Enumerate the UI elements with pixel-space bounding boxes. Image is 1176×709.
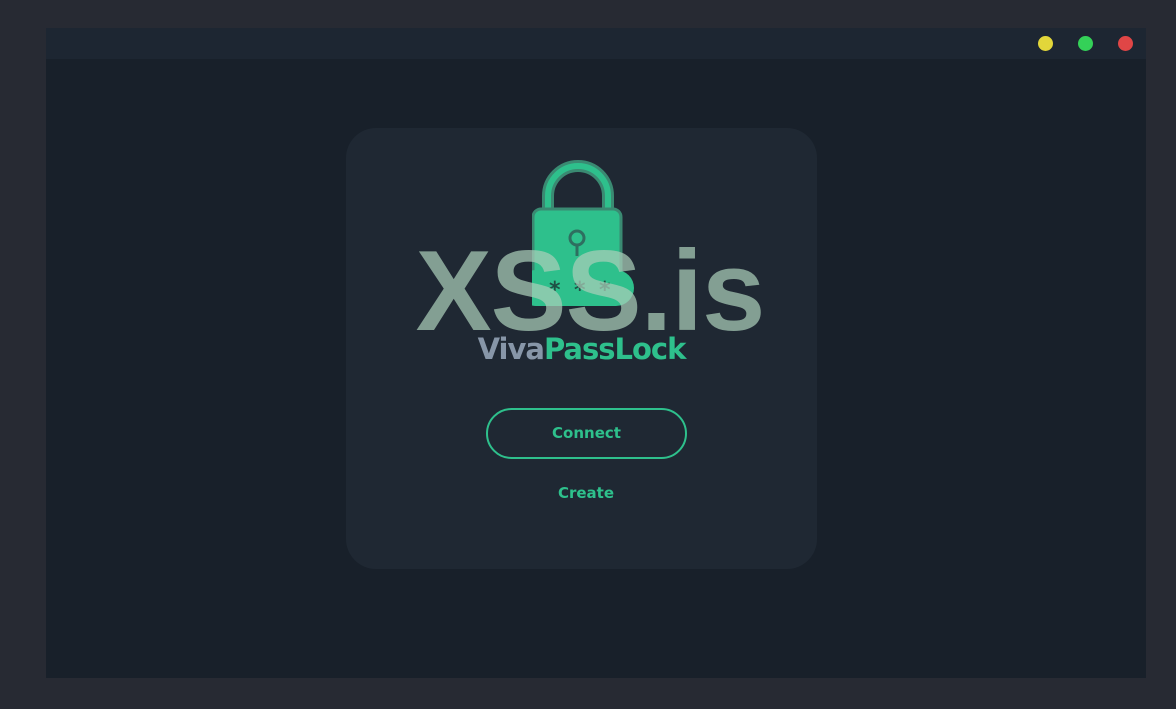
padlock-icon: * * * xyxy=(532,160,634,306)
svg-text:*: * xyxy=(574,278,586,303)
svg-text:*: * xyxy=(549,278,561,303)
app-window: * * * XSS.is VivaPassLock Connect Create xyxy=(46,28,1146,678)
close-button[interactable] xyxy=(1118,36,1133,51)
title-bar[interactable] xyxy=(46,28,1146,59)
svg-text:*: * xyxy=(599,278,611,303)
brand-title: VivaPassLock xyxy=(346,331,817,367)
login-card: * * * XSS.is VivaPassLock Connect Create xyxy=(346,128,817,569)
connect-button[interactable]: Connect xyxy=(486,408,687,459)
brand-name-part1: Viva xyxy=(477,332,545,366)
minimize-button[interactable] xyxy=(1038,36,1053,51)
create-link[interactable]: Create xyxy=(536,482,636,504)
brand-name-part2: PassLock xyxy=(543,332,686,366)
maximize-button[interactable] xyxy=(1078,36,1093,51)
